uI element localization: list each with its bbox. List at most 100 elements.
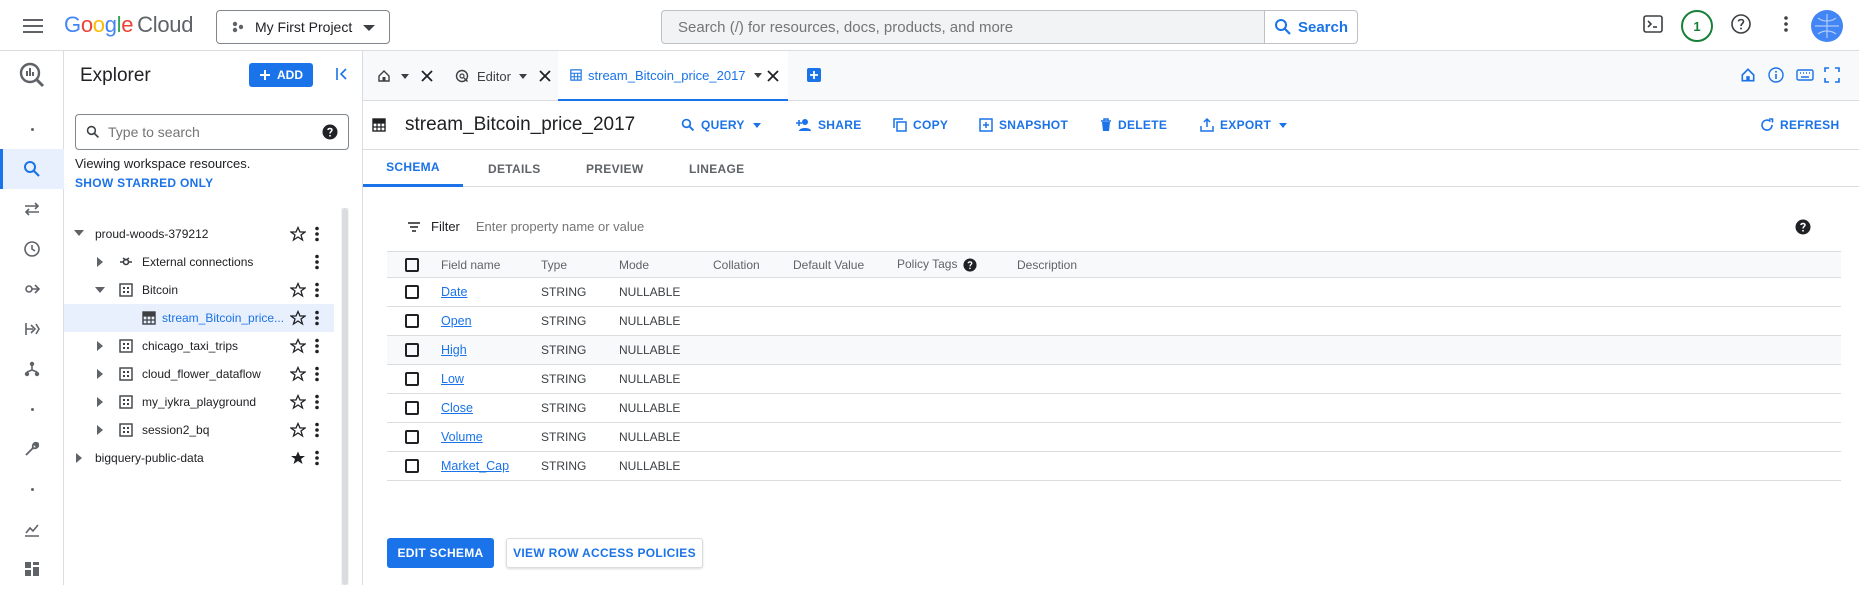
tab-preview[interactable]: PREVIEW (586, 150, 643, 187)
chart-icon[interactable] (0, 509, 64, 549)
help-filled-icon[interactable] (322, 124, 338, 140)
avatar[interactable] (1811, 10, 1843, 42)
tab-home[interactable] (377, 51, 433, 101)
help-icon[interactable] (1730, 13, 1752, 35)
show-starred-link[interactable]: SHOW STARRED ONLY (75, 176, 213, 190)
scrollbar-thumb[interactable] (342, 208, 348, 585)
fullscreen-icon[interactable] (1824, 67, 1840, 83)
field-name-link[interactable]: Low (441, 372, 464, 386)
field-name-link[interactable]: Date (441, 285, 467, 299)
more-vert-icon[interactable] (314, 422, 320, 438)
help-filled-icon[interactable] (963, 258, 978, 272)
star-outline-icon[interactable] (290, 310, 306, 326)
search-input[interactable] (662, 11, 1264, 43)
snapshot-button[interactable]: SNAPSHOT (979, 118, 1068, 132)
history-icon[interactable] (0, 229, 64, 269)
tree-row-dataset[interactable]: my_iykra_playground (64, 388, 334, 416)
keyboard-icon[interactable] (1796, 67, 1814, 83)
explorer-search-input[interactable] (108, 124, 308, 140)
project-picker[interactable]: My First Project (216, 10, 390, 44)
delete-button[interactable]: DELETE (1100, 118, 1167, 132)
copy-button[interactable]: COPY (893, 118, 948, 132)
tree-row-project[interactable]: bigquery-public-data (64, 444, 334, 472)
tab-table[interactable]: stream_Bitcoin_price_2017 (558, 51, 788, 101)
home-icon[interactable] (1740, 67, 1756, 83)
select-all-checkbox[interactable] (405, 257, 419, 272)
wrench-icon[interactable] (0, 429, 64, 469)
expand-right-icon[interactable] (97, 257, 103, 267)
chevron-down-icon[interactable] (753, 72, 762, 78)
pipelines-icon[interactable] (0, 349, 64, 389)
star-outline-icon[interactable] (290, 366, 306, 382)
row-checkbox[interactable] (405, 372, 419, 387)
more-vert-icon[interactable] (314, 310, 320, 326)
star-outline-icon[interactable] (290, 282, 306, 298)
more-vert-icon[interactable] (314, 450, 320, 466)
analytics-hub-icon[interactable] (0, 269, 64, 309)
field-name-link[interactable]: Market_Cap (441, 459, 509, 473)
star-outline-icon[interactable] (290, 422, 306, 438)
export-button[interactable]: EXPORT (1200, 118, 1293, 132)
google-cloud-logo[interactable]: Google Cloud (64, 12, 193, 38)
expand-down-icon[interactable] (95, 287, 105, 293)
tree-row-table-selected[interactable]: stream_Bitcoin_price... (64, 304, 334, 332)
dataform-icon[interactable] (0, 309, 64, 349)
help-filled-icon[interactable] (1795, 219, 1811, 235)
expand-down-icon[interactable] (74, 230, 84, 236)
chevron-down-icon[interactable] (518, 73, 527, 79)
search-icon[interactable] (0, 149, 64, 189)
tree-row-dataset-bitcoin[interactable]: Bitcoin (64, 276, 334, 304)
row-checkbox[interactable] (405, 314, 419, 329)
info-icon[interactable] (1768, 67, 1784, 83)
field-name-link[interactable]: High (441, 343, 467, 357)
menu-icon[interactable] (20, 14, 46, 38)
star-filled-icon[interactable] (290, 450, 306, 466)
notifications-badge[interactable]: 1 (1681, 10, 1713, 42)
tab-editor[interactable]: Editor (455, 51, 555, 101)
more-vert-icon[interactable] (314, 394, 320, 410)
row-checkbox[interactable] (405, 285, 419, 300)
edit-schema-button[interactable]: EDIT SCHEMA (387, 538, 494, 568)
star-outline-icon[interactable] (290, 394, 306, 410)
add-button[interactable]: ADD (249, 63, 313, 87)
grid-icon[interactable] (0, 549, 64, 589)
field-name-link[interactable]: Open (441, 314, 472, 328)
search-button[interactable]: Search (1264, 11, 1357, 43)
row-checkbox[interactable] (405, 343, 419, 358)
row-checkbox[interactable] (405, 459, 419, 474)
more-vert-icon[interactable] (314, 254, 320, 270)
new-tab-icon[interactable] (806, 67, 822, 83)
share-button[interactable]: SHARE (796, 118, 862, 132)
expand-right-icon[interactable] (97, 369, 103, 379)
chevron-down-icon[interactable] (401, 73, 409, 79)
more-vert-icon[interactable] (1775, 13, 1797, 35)
tree-row-dataset[interactable]: cloud_flower_dataflow (64, 360, 334, 388)
expand-right-icon[interactable] (97, 341, 103, 351)
expand-right-icon[interactable] (97, 397, 103, 407)
tree-row-project[interactable]: proud-woods-379212 (64, 220, 334, 248)
filter-input[interactable] (475, 219, 876, 234)
more-vert-icon[interactable] (314, 226, 320, 242)
transfers-icon[interactable] (0, 189, 64, 229)
star-outline-icon[interactable] (290, 338, 306, 354)
field-name-link[interactable]: Volume (441, 430, 483, 444)
collapse-panel-icon[interactable] (334, 66, 350, 82)
query-button[interactable]: QUERY (681, 118, 767, 132)
tree-row-dataset[interactable]: session2_bq (64, 416, 334, 444)
refresh-button[interactable]: REFRESH (1760, 118, 1839, 132)
more-vert-icon[interactable] (314, 366, 320, 382)
close-icon[interactable] (539, 70, 551, 82)
view-row-access-policies-button[interactable]: VIEW ROW ACCESS POLICIES (506, 538, 703, 568)
tab-lineage[interactable]: LINEAGE (689, 150, 744, 187)
field-name-link[interactable]: Close (441, 401, 473, 415)
tab-schema[interactable]: SCHEMA (363, 150, 463, 187)
expand-right-icon[interactable] (97, 425, 103, 435)
cloud-shell-icon[interactable] (1642, 13, 1664, 35)
close-icon[interactable] (767, 70, 779, 82)
row-checkbox[interactable] (405, 430, 419, 445)
bigquery-logo-icon[interactable] (0, 55, 64, 95)
tab-details[interactable]: DETAILS (488, 150, 541, 187)
star-outline-icon[interactable] (290, 226, 306, 242)
tree-row-dataset[interactable]: chicago_taxi_trips (64, 332, 334, 360)
expand-right-icon[interactable] (76, 453, 82, 463)
